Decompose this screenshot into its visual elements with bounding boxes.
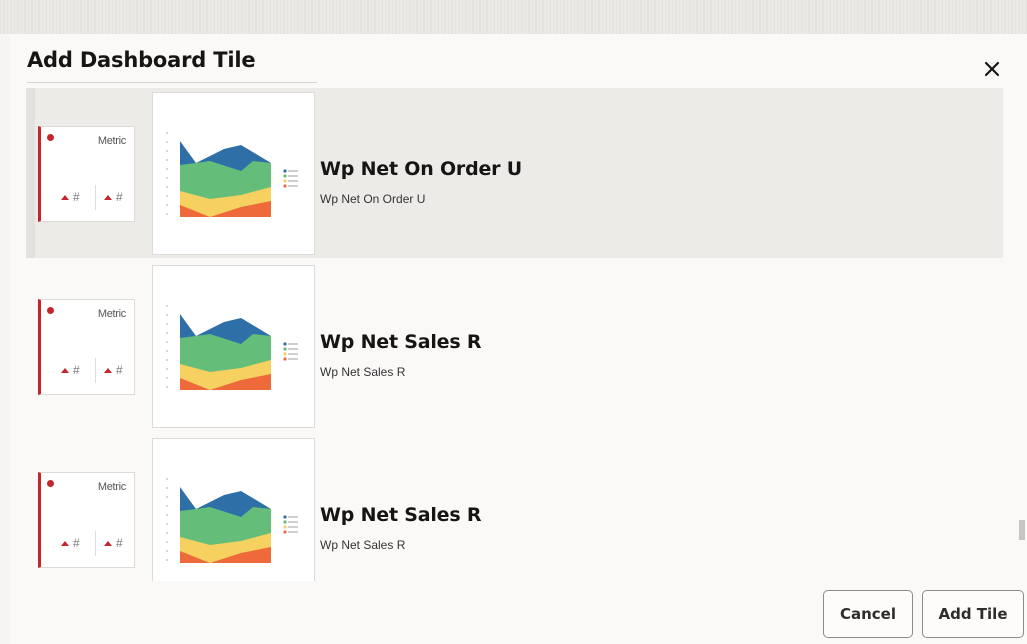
metric-label: Metric [97, 308, 126, 320]
tile-name: Wp Net Sales R [320, 331, 482, 353]
area-chart-preview-thumbnail [152, 438, 315, 581]
triangle-up-icon [104, 367, 112, 373]
triangle-up-icon [61, 540, 69, 546]
metric-preview-thumbnail: Metric # # [38, 472, 135, 568]
metric-value: # [61, 190, 80, 204]
metric-divider [95, 531, 96, 556]
metric-value: # [61, 363, 80, 377]
area-chart-icon [166, 132, 298, 217]
area-chart-preview-thumbnail [152, 265, 315, 428]
tile-name: Wp Net Sales R [320, 504, 482, 526]
tile-row[interactable]: Metric # # Wp Net Sales R Wp Net Sales R [26, 434, 1003, 581]
scrollbar-thumb[interactable] [1019, 520, 1025, 540]
metric-label: Metric [97, 481, 126, 493]
area-chart-icon [166, 305, 298, 390]
metric-value: # [104, 190, 123, 204]
add-dashboard-tile-dialog: Add Dashboard Tile Metric # # Wp Net On … [10, 34, 1027, 644]
add-tile-button[interactable]: Add Tile [922, 590, 1024, 638]
tile-description: Wp Net Sales R [320, 365, 406, 379]
tile-row[interactable]: Metric # # Wp Net On Order U Wp Net On O… [26, 88, 1003, 258]
metric-dot-icon [47, 134, 54, 141]
triangle-up-icon [61, 367, 69, 373]
tile-row[interactable]: Metric # # Wp Net Sales R Wp Net Sales R [26, 261, 1003, 431]
close-icon [984, 61, 1000, 77]
metric-preview-thumbnail: Metric # # [38, 299, 135, 395]
metric-dot-icon [47, 307, 54, 314]
triangle-up-icon [61, 194, 69, 200]
background-strip [0, 0, 1027, 34]
close-button[interactable] [979, 56, 1005, 82]
triangle-up-icon [104, 194, 112, 200]
tile-description: Wp Net Sales R [320, 538, 406, 552]
area-chart-preview-thumbnail [152, 92, 315, 255]
cancel-button[interactable]: Cancel [823, 590, 913, 638]
metric-preview-thumbnail: Metric # # [38, 126, 135, 222]
area-chart-icon [166, 478, 298, 563]
tile-name: Wp Net On Order U [320, 158, 522, 180]
triangle-up-icon [104, 540, 112, 546]
metric-divider [95, 185, 96, 210]
metric-value: # [104, 536, 123, 550]
metric-value: # [61, 536, 80, 550]
tile-description: Wp Net On Order U [320, 192, 426, 206]
dialog-title: Add Dashboard Tile [27, 48, 256, 72]
metric-divider [95, 358, 96, 383]
tile-list[interactable]: Metric # # Wp Net On Order U Wp Net On O… [26, 88, 1004, 581]
metric-value: # [104, 363, 123, 377]
title-divider [27, 82, 317, 83]
metric-dot-icon [47, 480, 54, 487]
metric-label: Metric [97, 135, 126, 147]
